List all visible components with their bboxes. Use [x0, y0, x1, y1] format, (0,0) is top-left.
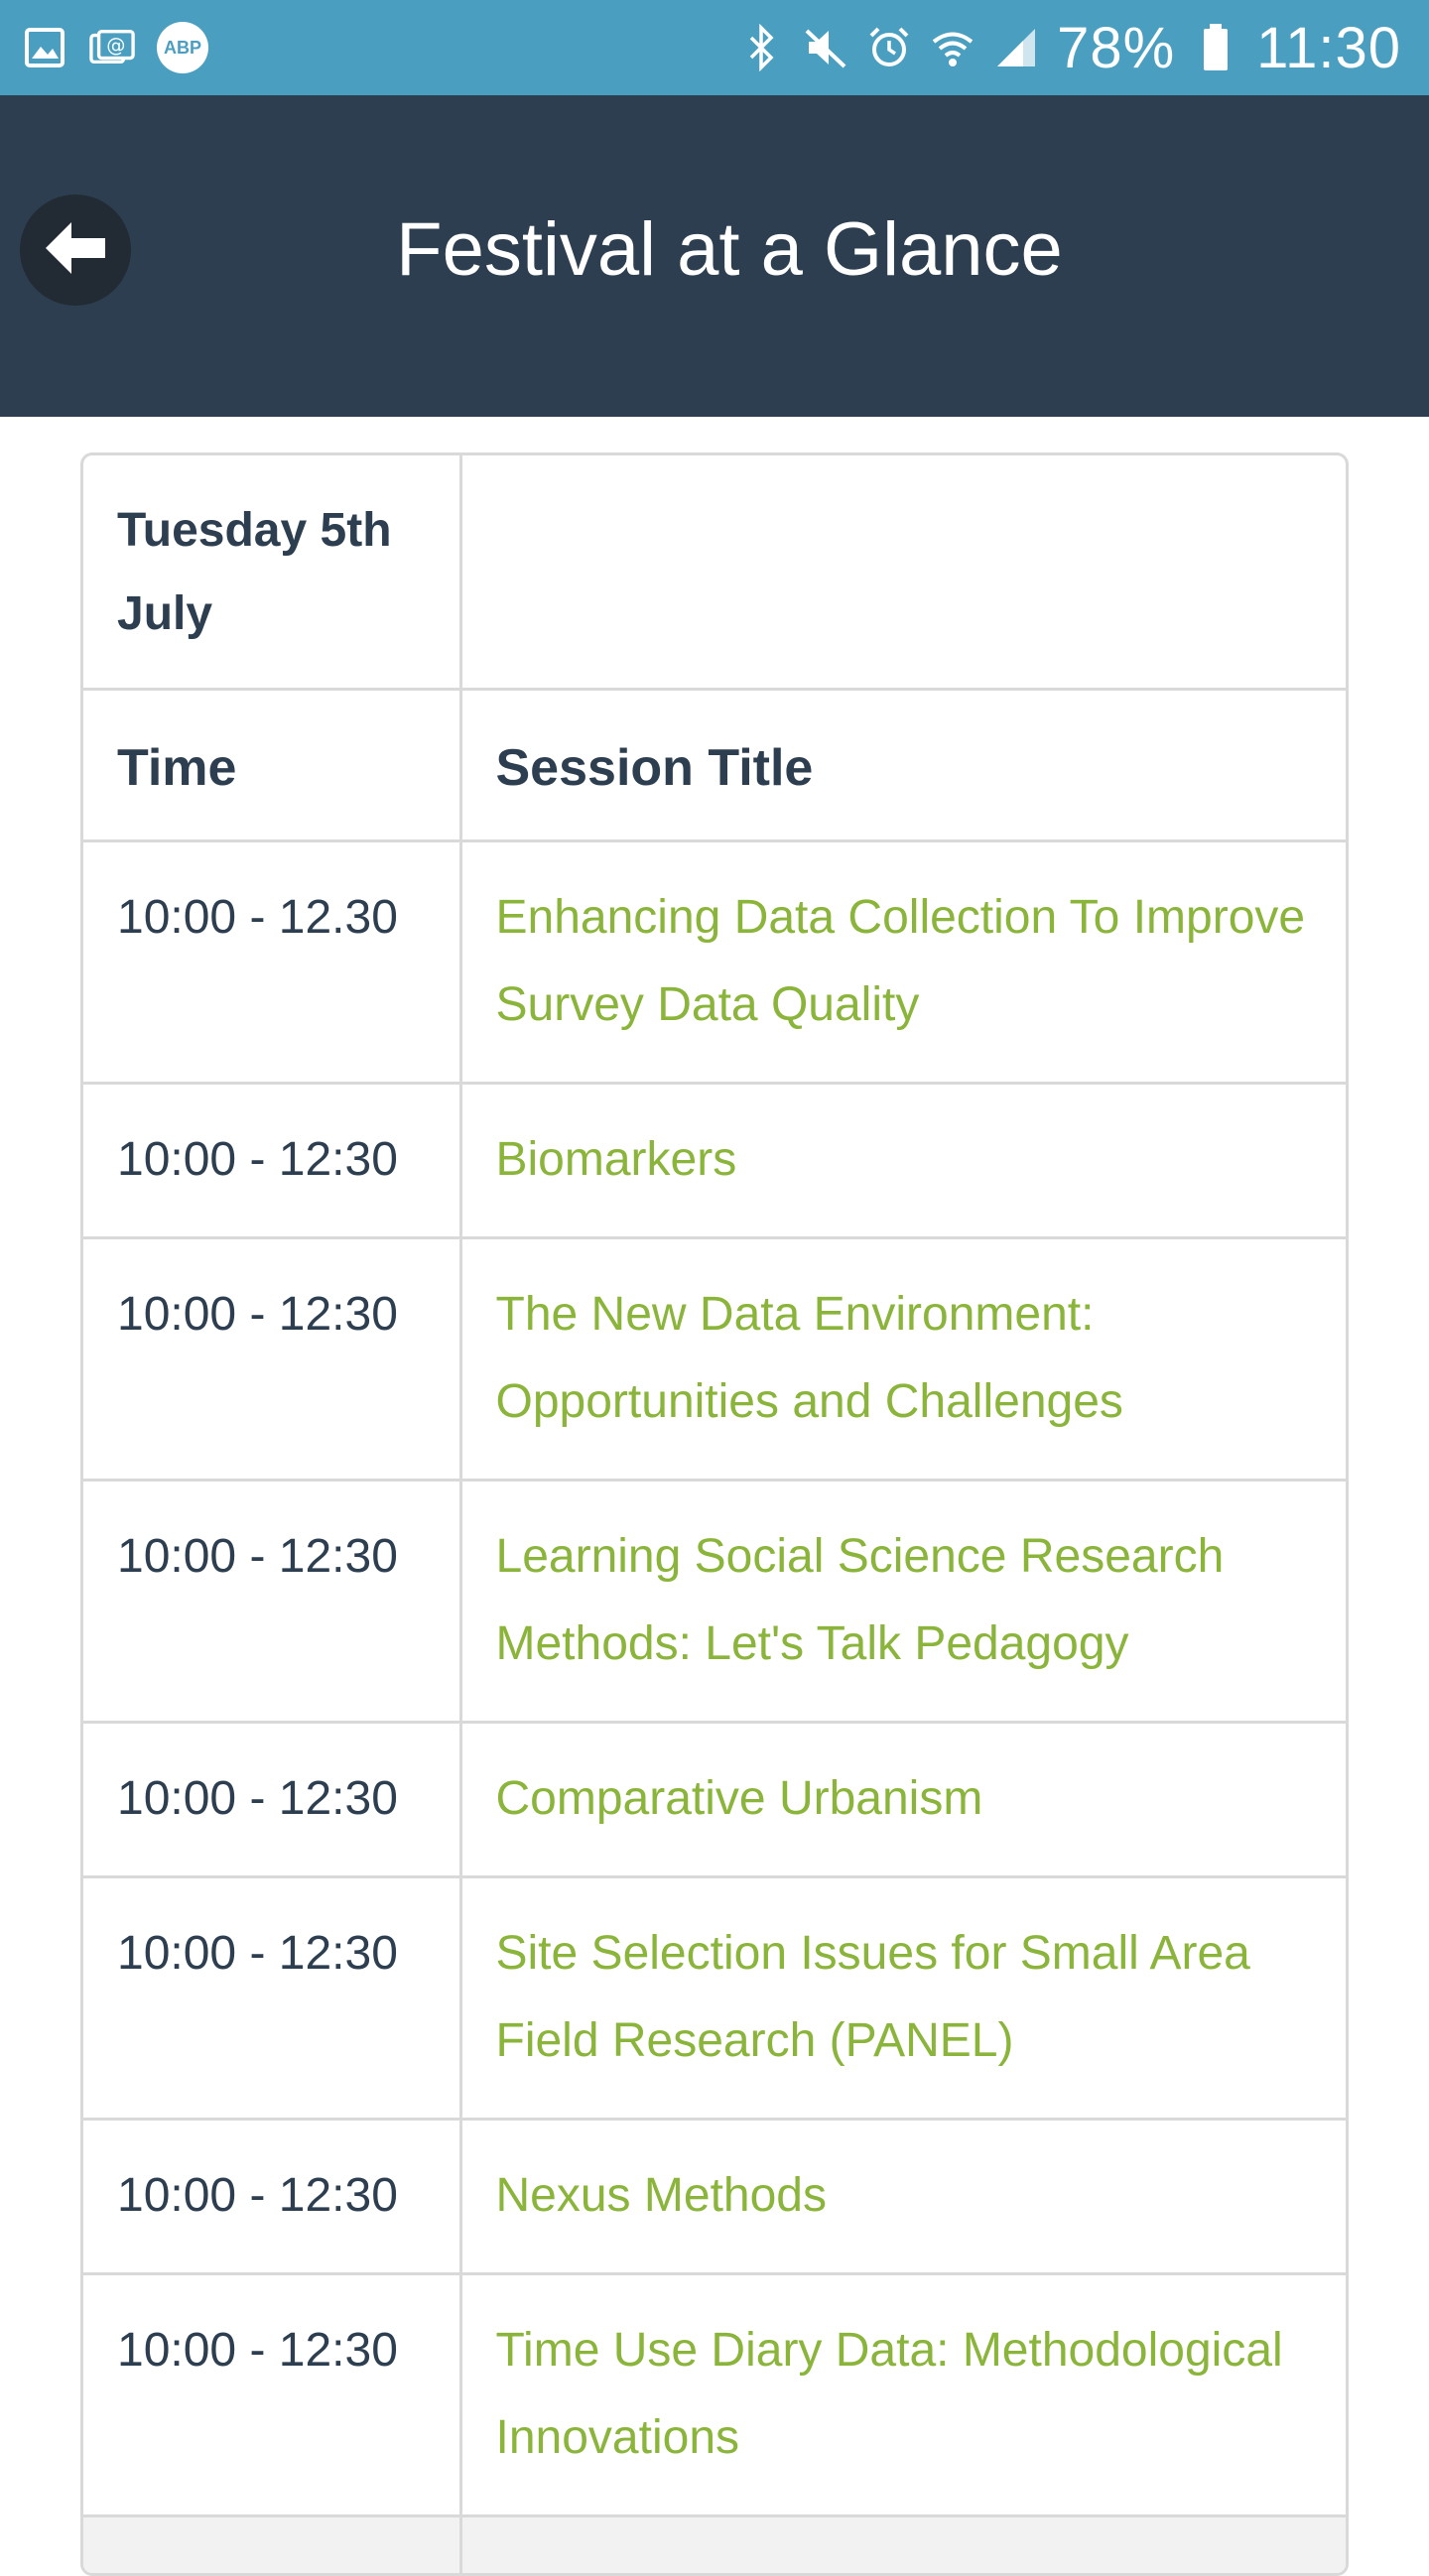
- wifi-icon: [930, 25, 975, 70]
- table-row: 10:00 - 12:30 Comparative Urbanism: [83, 1722, 1346, 1878]
- table-row: 10:00 - 12:30 Learning Social Science Re…: [83, 1480, 1346, 1724]
- session-title-link[interactable]: Nexus Methods: [460, 2119, 1346, 2275]
- table-row: 10:00 - 12.30 Enhancing Data Collection …: [83, 840, 1346, 1085]
- session-time: 10:00 - 12:30: [83, 2273, 462, 2517]
- page-title: Festival at a Glance: [396, 207, 1063, 292]
- app-header: Festival at a Glance: [0, 95, 1429, 417]
- table-row: 10:00 - 12:30 Biomarkers: [83, 1083, 1346, 1239]
- email-icon: @: [89, 25, 135, 70]
- session-title-link[interactable]: Time Use Diary Data: Methodological Inno…: [460, 2273, 1346, 2517]
- session-time: 10:00 - 12:30: [83, 1722, 462, 1878]
- session-title-link[interactable]: Enhancing Data Collection To Improve Sur…: [460, 840, 1346, 1085]
- session-title-column-header: Session Title: [460, 689, 1346, 842]
- clock: 11:30: [1256, 15, 1401, 80]
- bluetooth-icon: [739, 24, 785, 71]
- table-row: 10:00 - 12:30 Time Use Diary Data: Metho…: [83, 2273, 1346, 2517]
- day-header-row: Tuesday 5th July: [83, 455, 1346, 691]
- gallery-icon: [22, 25, 67, 70]
- signal-icon: [993, 25, 1039, 70]
- session-title-link[interactable]: Biomarkers: [460, 1083, 1346, 1239]
- session-title-link[interactable]: Learning Social Science Research Methods…: [460, 1480, 1346, 1724]
- day-header-empty: [460, 455, 1346, 691]
- session-title-link[interactable]: Site Selection Issues for Small Area Fie…: [460, 1876, 1346, 2121]
- battery-percent: 78%: [1057, 15, 1176, 80]
- table-row: [83, 2515, 1346, 2573]
- session-title-link[interactable]: Comparative Urbanism: [460, 1722, 1346, 1878]
- battery-icon: [1193, 24, 1238, 70]
- session-time: 10:00 - 12:30: [83, 1083, 462, 1239]
- session-time: 10:00 - 12:30: [83, 1237, 462, 1481]
- schedule-table: Tuesday 5th July Time Session Title 10:0…: [80, 452, 1349, 2576]
- session-time: 10:00 - 12:30: [83, 1876, 462, 2121]
- session-title-link[interactable]: The New Data Environment: Opportunities …: [460, 1237, 1346, 1481]
- table-row: 10:00 - 12:30 The New Data Environment: …: [83, 1237, 1346, 1481]
- status-bar: @ ABP 78% 11:30: [0, 0, 1429, 95]
- time-column-header: Time: [83, 689, 462, 842]
- alarm-icon: [866, 25, 912, 70]
- svg-text:@: @: [106, 34, 125, 57]
- session-time: 10:00 - 12:30: [83, 1480, 462, 1724]
- adblock-icon: ABP: [157, 22, 208, 73]
- column-header-row: Time Session Title: [83, 689, 1346, 842]
- session-time: 10:00 - 12.30: [83, 840, 462, 1085]
- mute-icon: [803, 25, 848, 70]
- session-time: 10:00 - 12:30: [83, 2119, 462, 2275]
- table-row: 10:00 - 12:30 Site Selection Issues for …: [83, 1876, 1346, 2121]
- day-label: Tuesday 5th July: [83, 455, 462, 691]
- table-row: 10:00 - 12:30 Nexus Methods: [83, 2119, 1346, 2275]
